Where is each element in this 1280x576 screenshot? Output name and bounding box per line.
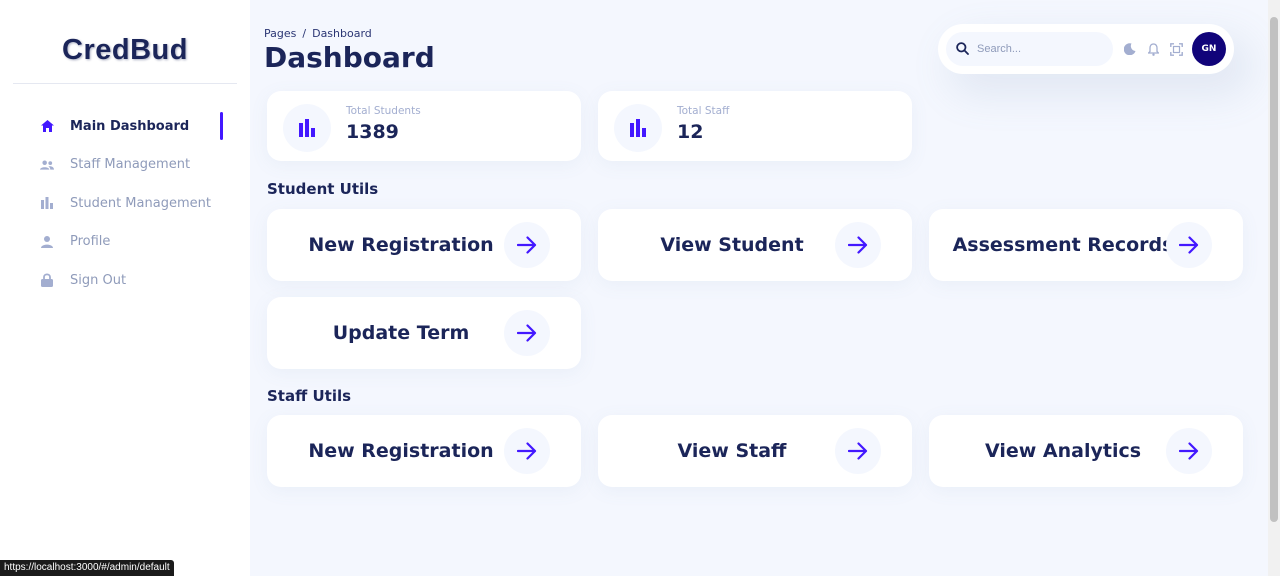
sidebar: CredBud Main Dashboard Staff Management … — [0, 0, 250, 576]
action-card-view-analytics[interactable]: View Analytics — [929, 415, 1243, 487]
sidebar-item-label: Student Management — [70, 195, 211, 211]
person-icon — [40, 235, 54, 249]
action-label: View Analytics — [984, 440, 1142, 462]
section-title-student-utils: Student Utils — [267, 180, 379, 198]
bar-chart-icon — [614, 104, 662, 152]
stat-value: 1389 — [346, 121, 399, 143]
active-indicator — [220, 112, 223, 140]
search-input[interactable] — [977, 43, 1097, 55]
action-label: View Staff — [677, 440, 787, 462]
lock-icon — [40, 273, 54, 288]
sidebar-item-label: Profile — [70, 234, 111, 250]
action-card-view-student[interactable]: View Student — [598, 209, 912, 281]
arrow-right-icon[interactable] — [1166, 428, 1212, 474]
status-url: https://localhost:3000/#/admin/default — [0, 560, 174, 576]
home-icon — [40, 119, 54, 133]
action-label: View Student — [660, 234, 804, 256]
people-icon — [40, 158, 54, 172]
brand-divider — [13, 83, 237, 84]
sidebar-item-label: Sign Out — [70, 272, 127, 288]
arrow-right-icon[interactable] — [835, 222, 881, 268]
arrow-right-icon[interactable] — [835, 428, 881, 474]
arrow-right-icon[interactable] — [504, 310, 550, 356]
action-card-student-new-registration[interactable]: New Registration — [267, 209, 581, 281]
moon-icon[interactable] — [1122, 41, 1138, 57]
stat-label: Total Staff — [677, 105, 730, 117]
sidebar-item-sign-out[interactable]: Sign Out — [0, 261, 250, 300]
sidebar-item-label: Main Dashboard — [70, 118, 190, 134]
sidebar-item-staff-management[interactable]: Staff Management — [0, 146, 250, 185]
fullscreen-icon[interactable] — [1168, 41, 1184, 57]
action-label: Update Term — [332, 322, 470, 344]
arrow-right-icon[interactable] — [504, 222, 550, 268]
breadcrumb-root[interactable]: Pages — [264, 27, 296, 40]
search-icon — [956, 40, 969, 59]
stat-card-total-staff: Total Staff 12 — [598, 91, 912, 161]
sidebar-nav: Main Dashboard Staff Management Student … — [0, 107, 250, 300]
action-card-staff-new-registration[interactable]: New Registration — [267, 415, 581, 487]
arrow-right-icon[interactable] — [504, 428, 550, 474]
page-title: Dashboard — [264, 41, 435, 74]
avatar[interactable]: GN — [1192, 32, 1226, 66]
search-box — [946, 32, 1113, 66]
stat-label: Total Students — [346, 105, 421, 117]
scrollbar-thumb[interactable] — [1270, 17, 1278, 522]
sidebar-item-label: Staff Management — [70, 157, 191, 173]
stat-value: 12 — [677, 121, 704, 143]
breadcrumb: Pages / Dashboard — [264, 27, 372, 40]
arrow-right-icon[interactable] — [1166, 222, 1212, 268]
bell-icon[interactable] — [1145, 41, 1161, 57]
breadcrumb-separator: / — [302, 27, 307, 40]
page-scrollbar[interactable] — [1268, 0, 1280, 576]
stat-card-total-students: Total Students 1389 — [267, 91, 581, 161]
breadcrumb-current[interactable]: Dashboard — [312, 27, 372, 40]
sidebar-item-main-dashboard[interactable]: Main Dashboard — [0, 107, 250, 146]
bar-chart-icon — [40, 196, 54, 210]
main-content: Pages/Dashboard Dashboard GN Total Stude… — [250, 0, 1268, 576]
brand-logo[interactable]: CredBud — [0, 34, 250, 67]
action-label: Assessment Records — [952, 234, 1174, 256]
sidebar-item-student-management[interactable]: Student Management — [0, 184, 250, 223]
action-label: New Registration — [308, 234, 494, 256]
section-title-staff-utils: Staff Utils — [267, 387, 352, 405]
top-toolbar: GN — [938, 24, 1234, 74]
action-label: New Registration — [308, 440, 494, 462]
sidebar-item-profile[interactable]: Profile — [0, 223, 250, 262]
bar-chart-icon — [283, 104, 331, 152]
action-card-view-staff[interactable]: View Staff — [598, 415, 912, 487]
action-card-update-term[interactable]: Update Term — [267, 297, 581, 369]
action-card-assessment-records[interactable]: Assessment Records — [929, 209, 1243, 281]
